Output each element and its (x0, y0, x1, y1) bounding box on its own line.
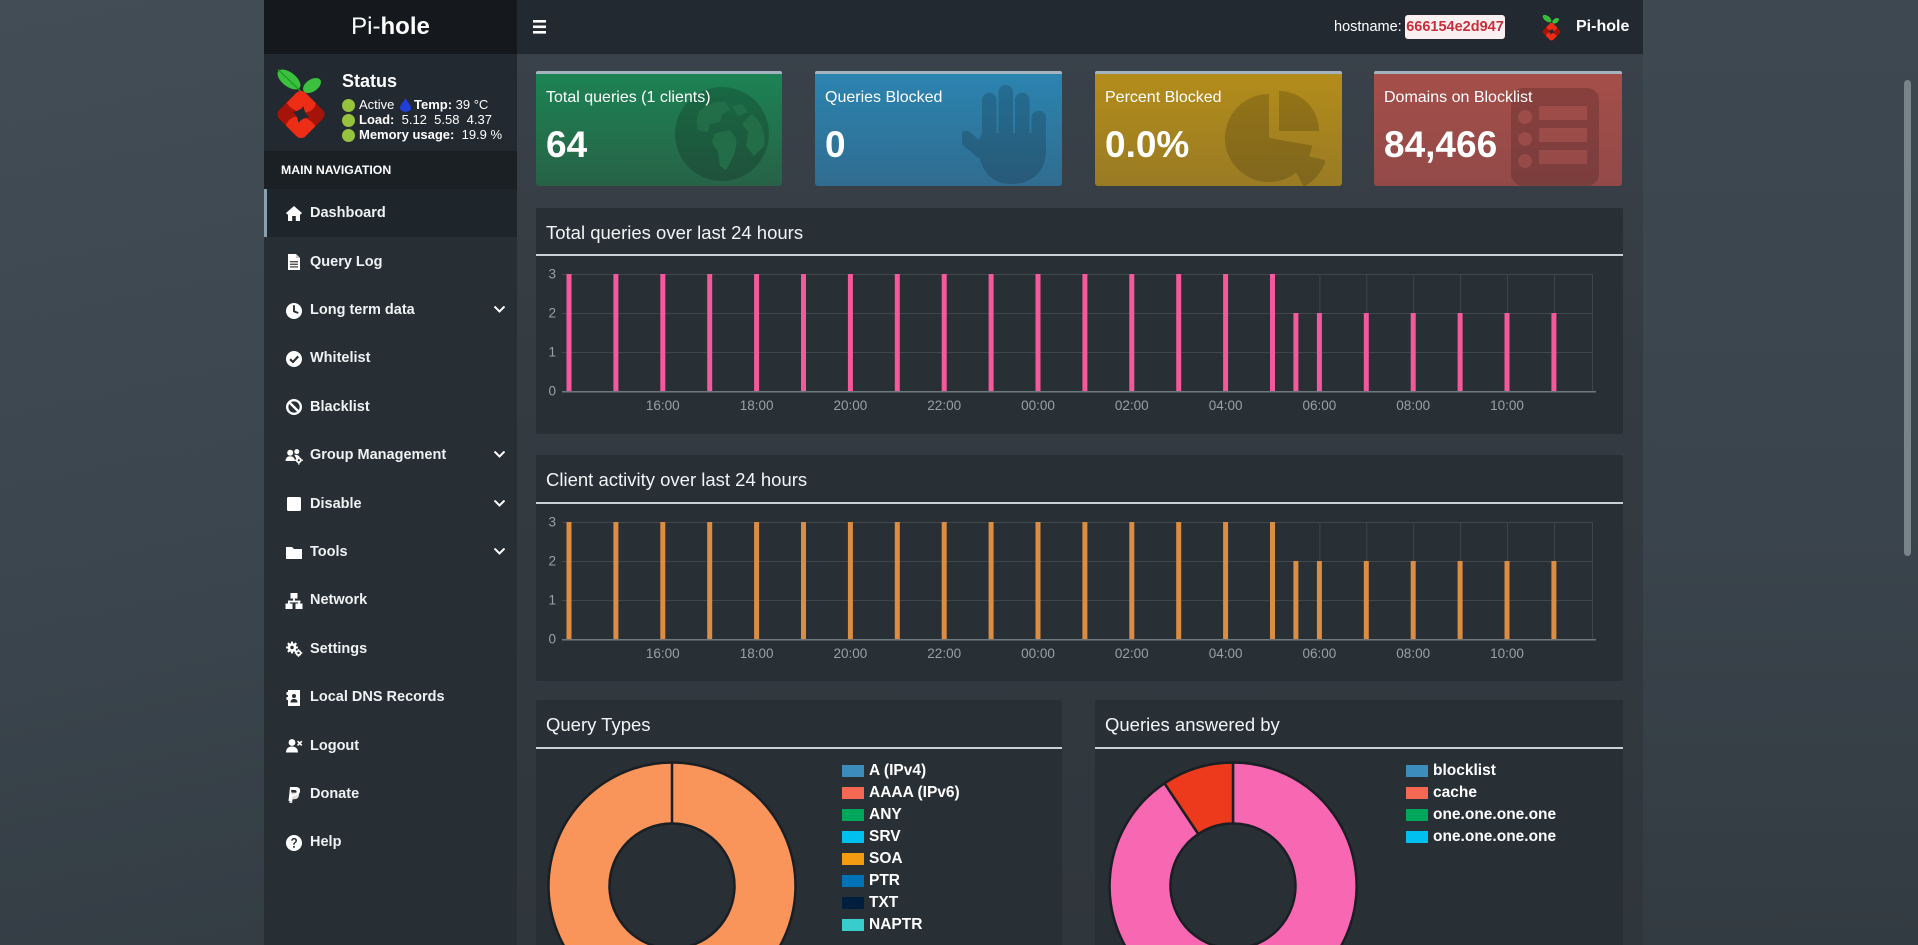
svg-text:00:00: 00:00 (1021, 646, 1055, 661)
svg-text:00:00: 00:00 (1021, 398, 1055, 413)
svg-text:22:00: 22:00 (927, 398, 961, 413)
svg-text:1: 1 (548, 592, 556, 607)
svg-text:16:00: 16:00 (646, 646, 680, 661)
svg-text:08:00: 08:00 (1396, 646, 1430, 661)
svg-text:18:00: 18:00 (740, 646, 774, 661)
svg-text:04:00: 04:00 (1209, 398, 1243, 413)
svg-text:18:00: 18:00 (740, 398, 774, 413)
svg-text:3: 3 (548, 267, 556, 282)
svg-text:02:00: 02:00 (1115, 646, 1149, 661)
svg-text:16:00: 16:00 (646, 398, 680, 413)
svg-text:20:00: 20:00 (834, 646, 868, 661)
svg-text:0: 0 (548, 384, 556, 399)
svg-text:0: 0 (548, 631, 556, 646)
svg-text:08:00: 08:00 (1396, 398, 1430, 413)
svg-text:20:00: 20:00 (834, 398, 868, 413)
svg-text:3: 3 (548, 514, 556, 529)
svg-text:06:00: 06:00 (1303, 398, 1337, 413)
svg-text:2: 2 (548, 306, 556, 321)
svg-text:04:00: 04:00 (1209, 646, 1243, 661)
svg-text:2: 2 (548, 553, 556, 568)
svg-text:22:00: 22:00 (927, 646, 961, 661)
svg-text:10:00: 10:00 (1490, 646, 1524, 661)
svg-text:02:00: 02:00 (1115, 398, 1149, 413)
svg-text:10:00: 10:00 (1490, 398, 1524, 413)
svg-text:06:00: 06:00 (1303, 646, 1337, 661)
svg-text:1: 1 (548, 345, 556, 360)
